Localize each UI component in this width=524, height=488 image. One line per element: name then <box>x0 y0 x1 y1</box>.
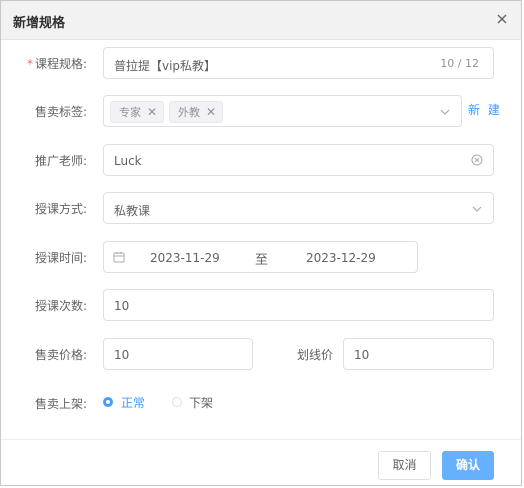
method-label: 授课方式: <box>34 202 87 216</box>
spec-input[interactable]: 普拉提【vip私教】 10 / 12 <box>103 47 494 79</box>
spec-label-text: 课程规格: <box>34 57 87 71</box>
dialog-header: 新增规格 <box>1 1 521 40</box>
chevron-down-icon[interactable] <box>471 203 483 215</box>
tag-chip-expert: 专家 ✕ <box>110 101 165 123</box>
radio-on-shelf[interactable] <box>103 397 113 407</box>
add-spec-dialog: 新增规格 * 课程规格: 普拉提【vip私教】 10 / 12 售卖标签: 专家 ✕… <box>0 0 522 486</box>
new-tag-link[interactable]: 新 建 <box>468 101 502 118</box>
teacher-label: 推广老师: <box>34 154 87 168</box>
price-input-value: 10 <box>114 348 130 362</box>
shelf-label: 售卖上架: <box>34 397 87 411</box>
cancel-button[interactable]: 取消 <box>378 451 431 480</box>
chevron-down-icon[interactable] <box>439 106 451 118</box>
tag-chip-label: 外教 <box>178 106 200 119</box>
tags-label: 售卖标签: <box>34 105 87 119</box>
tag-close-icon[interactable]: ✕ <box>147 105 157 119</box>
tag-chip-label: 专家 <box>119 106 141 119</box>
end-date[interactable]: 2023-12-29 <box>306 251 376 265</box>
date-range-separator: 至 <box>255 253 269 268</box>
method-select[interactable]: 私教课 <box>103 192 494 224</box>
clear-icon[interactable] <box>471 154 483 166</box>
time-label: 授课时间: <box>34 251 87 265</box>
radio-off-shelf-label[interactable]: 下架 <box>189 394 213 411</box>
teacher-input-value: Luck <box>114 154 142 168</box>
confirm-button[interactable]: 确认 <box>442 451 494 480</box>
tag-chip-foreign: 外教 ✕ <box>169 101 224 123</box>
teacher-input[interactable]: Luck <box>103 144 494 176</box>
count-label: 授课次数: <box>34 299 87 313</box>
close-icon[interactable] <box>493 10 511 28</box>
method-select-value: 私教课 <box>114 204 151 218</box>
required-mark: * <box>26 57 33 71</box>
spec-label: * 课程规格: <box>13 55 87 72</box>
count-input[interactable]: 10 <box>103 289 494 321</box>
spec-char-counter: 10 / 12 <box>440 57 479 70</box>
strike-price-input-value: 10 <box>354 348 370 362</box>
radio-on-shelf-label[interactable]: 正常 <box>121 394 145 411</box>
tags-select[interactable]: 专家 ✕ 外教 ✕ <box>103 95 462 127</box>
price-input[interactable]: 10 <box>103 338 253 370</box>
footer-divider <box>1 439 521 440</box>
calendar-icon <box>113 251 125 263</box>
date-range-picker[interactable]: 2023-11-29 至 2023-12-29 <box>103 241 418 273</box>
strike-price-input[interactable]: 10 <box>343 338 494 370</box>
count-input-value: 10 <box>114 299 130 313</box>
price-label: 售卖价格: <box>34 348 87 362</box>
radio-off-shelf[interactable] <box>172 397 182 407</box>
start-date[interactable]: 2023-11-29 <box>150 251 220 265</box>
dialog-title: 新增规格 <box>13 16 66 31</box>
strike-price-label: 划线价 <box>296 348 333 362</box>
spec-input-value: 普拉提【vip私教】 <box>114 59 217 73</box>
tag-close-icon[interactable]: ✕ <box>206 105 216 119</box>
